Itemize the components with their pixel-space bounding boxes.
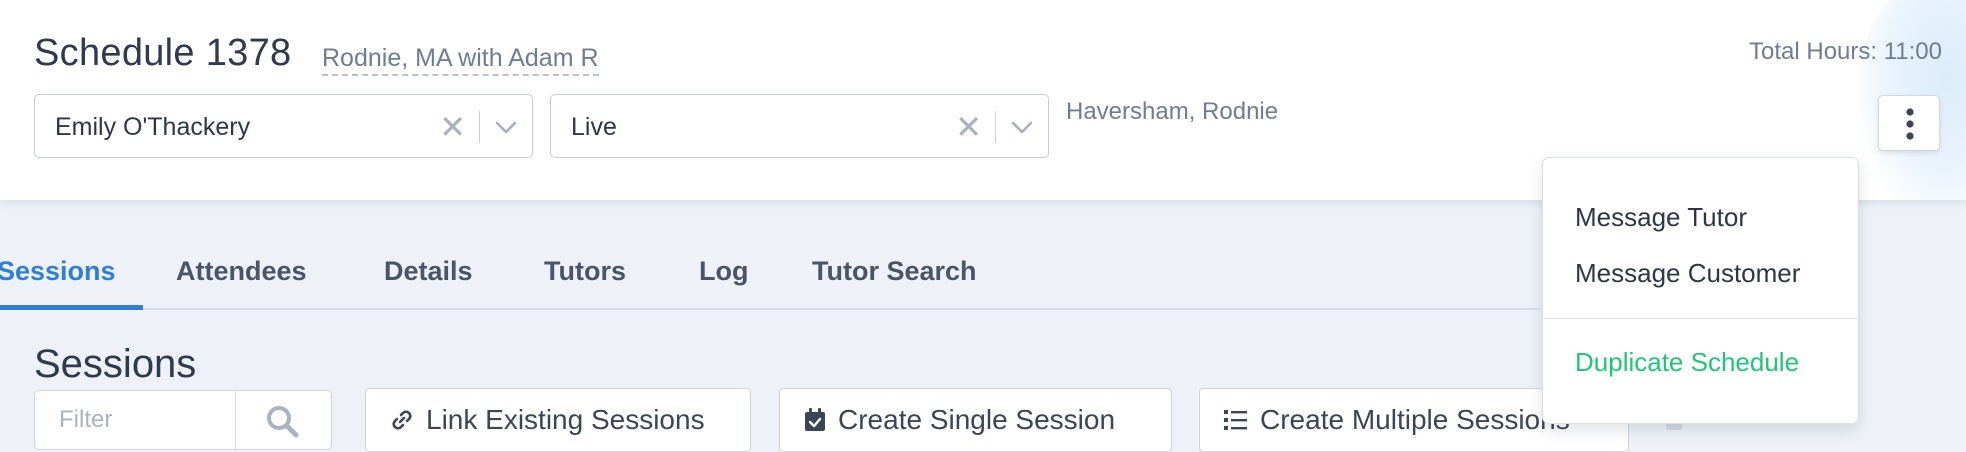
create-single-session-button[interactable]: Create Single Session	[779, 388, 1172, 452]
tutor-select-value: Emily O'Thackery	[55, 113, 251, 141]
total-hours-label: Total Hours: 11:00	[1749, 38, 1942, 65]
filter-input[interactable]	[35, 391, 235, 449]
tab-log[interactable]: Log	[699, 256, 748, 287]
create-single-session-label: Create Single Session	[838, 404, 1116, 435]
clear-icon[interactable]: ✕	[439, 108, 466, 146]
tab-attendees[interactable]: Attendees	[176, 256, 307, 287]
create-multiple-sessions-label: Create Multiple Sessions	[1260, 404, 1570, 435]
menu-item-message-tutor[interactable]: Message Tutor	[1575, 202, 1747, 233]
calendar-check-icon	[805, 408, 825, 431]
page-title: Schedule 1378	[34, 32, 292, 74]
more-actions-button[interactable]	[1878, 95, 1940, 151]
vertical-ellipsis-icon	[1906, 108, 1914, 140]
select-separator	[479, 111, 480, 143]
location-text: Haversham, Rodnie	[1066, 98, 1279, 125]
search-icon[interactable]	[265, 404, 299, 438]
tabs-divider	[0, 308, 1540, 310]
tutor-select[interactable]: Emily O'Thackery ✕	[34, 94, 533, 158]
select-separator	[995, 111, 996, 143]
filter-group	[34, 390, 332, 450]
tab-sessions[interactable]: Sessions	[0, 256, 116, 287]
sessions-section-title: Sessions	[34, 342, 197, 386]
list-icon	[1224, 410, 1247, 430]
more-actions-menu: Message Tutor Message Customer Duplicate…	[1542, 157, 1859, 424]
link-existing-sessions-button[interactable]: Link Existing Sessions	[365, 388, 751, 452]
status-select-value: Live	[571, 113, 617, 141]
menu-item-message-customer[interactable]: Message Customer	[1575, 258, 1800, 289]
tab-tutor-search[interactable]: Tutor Search	[812, 256, 977, 287]
schedule-subtitle-link[interactable]: Rodnie, MA with Adam R	[322, 44, 599, 76]
link-existing-sessions-label: Link Existing Sessions	[426, 404, 705, 435]
chevron-down-icon[interactable]	[494, 115, 518, 139]
tab-details[interactable]: Details	[384, 256, 473, 287]
tab-tutors[interactable]: Tutors	[544, 256, 626, 287]
chevron-down-icon[interactable]	[1010, 115, 1034, 139]
link-icon	[392, 410, 412, 430]
menu-divider	[1543, 318, 1858, 319]
status-select[interactable]: Live ✕	[550, 94, 1049, 158]
clear-icon[interactable]: ✕	[955, 108, 982, 146]
active-tab-indicator	[0, 305, 143, 310]
filter-divider	[235, 391, 236, 449]
menu-item-duplicate-schedule[interactable]: Duplicate Schedule	[1575, 347, 1799, 378]
